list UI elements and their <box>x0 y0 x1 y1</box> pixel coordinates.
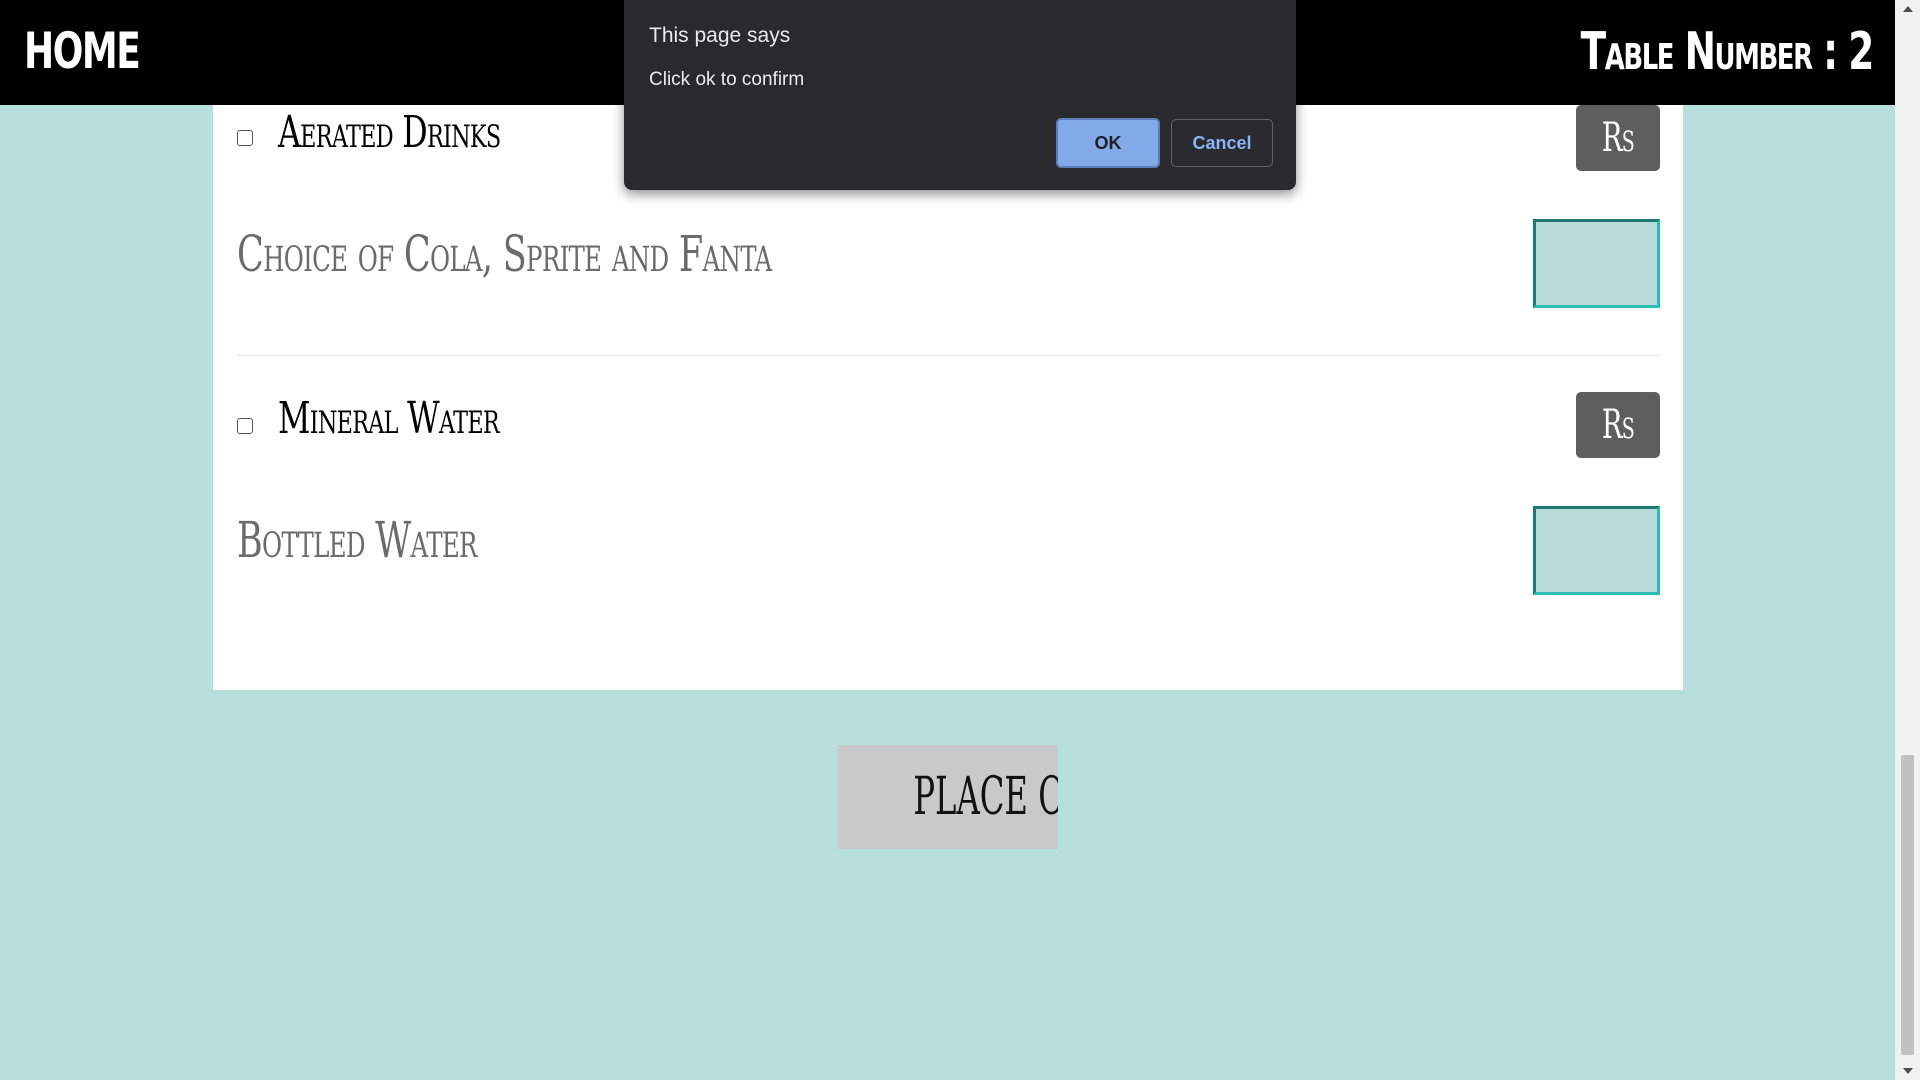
place-order-label: PLACE ORDER <box>913 767 1058 827</box>
menu-item-mineral-water: Mineral Water Rs 80 Bottled Water <box>237 387 1660 595</box>
item-description: Choice of Cola, Sprite and Fanta <box>237 225 772 283</box>
item-select-checkbox[interactable] <box>237 130 253 146</box>
item-divider <box>237 355 1660 356</box>
quantity-input[interactable] <box>1533 219 1660 308</box>
page: HOME Table Number : 2 Aerated Drinks Rs … <box>0 0 1920 1080</box>
dialog-message: Click ok to confirm <box>649 69 805 90</box>
price-badge: Rs 70 <box>1576 105 1660 227</box>
scrollbar-thumb[interactable] <box>1901 755 1914 1055</box>
scroll-up-arrow-icon[interactable] <box>1903 6 1913 12</box>
place-order-button[interactable]: PLACE ORDER <box>837 745 1058 849</box>
vertical-scrollbar[interactable] <box>1895 0 1920 1080</box>
quantity-input[interactable] <box>1533 506 1660 595</box>
menu-card: Aerated Drinks Rs 70 Choice of Cola, Spr… <box>213 105 1683 690</box>
item-name: Aerated Drinks <box>278 107 501 158</box>
home-link[interactable]: HOME <box>24 22 141 80</box>
dialog-ok-button[interactable]: OK <box>1056 118 1160 168</box>
item-select-checkbox[interactable] <box>237 418 253 434</box>
table-number-label: Table Number : 2 <box>1580 22 1875 82</box>
confirm-dialog: This page says Click ok to confirm OK Ca… <box>624 0 1296 190</box>
price-text: Rs 70 <box>1601 115 1635 227</box>
dialog-cancel-button[interactable]: Cancel <box>1171 119 1273 167</box>
dialog-title: This page says <box>649 24 791 47</box>
price-text: Rs 80 <box>1601 402 1635 514</box>
price-badge: Rs 80 <box>1576 392 1660 514</box>
item-name: Mineral Water <box>278 393 500 444</box>
scroll-down-arrow-icon[interactable] <box>1903 1068 1913 1074</box>
item-description: Bottled Water <box>237 511 477 569</box>
